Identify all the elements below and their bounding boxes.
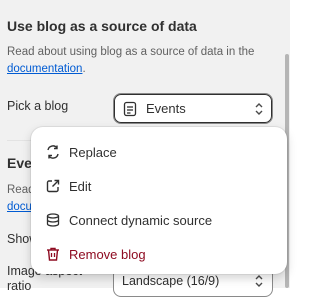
settings-panel: Use blog as a source of data Read about … [0, 0, 290, 297]
database-icon [46, 213, 60, 227]
document-icon [123, 101, 137, 116]
section-title: Use blog as a source of data [7, 18, 197, 34]
menu-item-connect-dynamic-source[interactable]: Connect dynamic source [31, 203, 287, 237]
menu-item-edit[interactable]: Edit [31, 169, 287, 203]
events-documentation-link[interactable]: docu [7, 201, 32, 213]
documentation-link[interactable]: documentation [7, 63, 82, 75]
menu-item-label: Connect dynamic source [69, 212, 213, 228]
menu-item-remove-blog[interactable]: Remove blog [31, 237, 287, 271]
section-description: Read about using blog as a source of dat… [7, 44, 277, 78]
description-suffix: . [82, 63, 86, 75]
menu-item-replace[interactable]: Replace [31, 135, 287, 169]
chevron-up-down-icon [255, 275, 263, 287]
image-aspect-ratio-value: Landscape (16/9) [122, 274, 220, 288]
menu-item-label: Replace [69, 144, 117, 160]
events-section-title: Eve [7, 155, 32, 171]
pick-blog-value: Events [146, 101, 186, 116]
pick-blog-label: Pick a blog [7, 99, 69, 113]
menu-item-label: Edit [69, 178, 92, 194]
description-text: Read about using blog as a source of dat… [7, 46, 255, 58]
trash-icon [47, 247, 59, 261]
menu-item-label: Remove blog [69, 246, 146, 262]
external-link-icon [46, 179, 60, 193]
chevron-up-down-icon [255, 103, 263, 115]
blog-actions-menu: Replace Edit Connect dynamic source Remo… [31, 127, 287, 274]
replace-icon [47, 145, 59, 159]
pick-blog-select[interactable]: Events [113, 93, 273, 124]
